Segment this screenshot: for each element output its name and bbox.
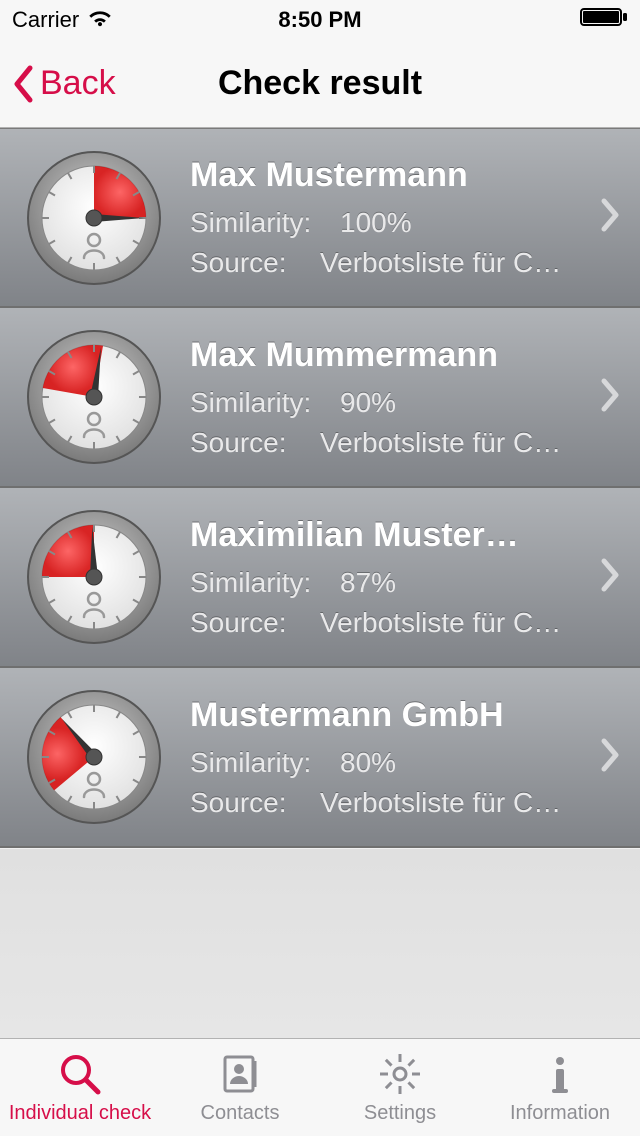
- carrier-label: Carrier: [12, 7, 79, 33]
- back-button[interactable]: Back: [0, 64, 116, 103]
- similarity-label: Similarity:: [190, 207, 340, 239]
- source-value: Verbotsliste für C…: [320, 787, 561, 819]
- source-value: Verbotsliste für C…: [320, 247, 561, 279]
- result-row[interactable]: Max Mummermann Similarity: 90% Source: V…: [0, 308, 640, 488]
- similarity-value: 100%: [340, 207, 412, 239]
- tab-label: Contacts: [201, 1102, 280, 1125]
- status-bar: Carrier 8:50 PM: [0, 0, 640, 40]
- result-text: Max Mummermann Similarity: 90% Source: V…: [190, 336, 590, 459]
- list-filler: [0, 848, 640, 1038]
- source-label: Source:: [190, 247, 320, 279]
- chevron-right-icon: [600, 198, 620, 237]
- gauge-icon: [24, 687, 164, 827]
- status-time: 8:50 PM: [217, 7, 422, 33]
- similarity-label: Similarity:: [190, 567, 340, 599]
- tab-settings[interactable]: Settings: [320, 1039, 480, 1136]
- gauge-icon: [24, 148, 164, 288]
- tab-individual-check[interactable]: Individual check: [0, 1039, 160, 1136]
- result-name: Maximilian Muster…: [190, 516, 590, 555]
- result-name: Max Mustermann: [190, 156, 590, 195]
- result-text: Mustermann GmbH Similarity: 80% Source: …: [190, 696, 590, 819]
- result-list: Max Mustermann Similarity: 100% Source: …: [0, 128, 640, 848]
- result-row[interactable]: Maximilian Muster… Similarity: 87% Sourc…: [0, 488, 640, 668]
- source-value: Verbotsliste für C…: [320, 607, 561, 639]
- source-label: Source:: [190, 427, 320, 459]
- chevron-left-icon: [12, 65, 34, 103]
- result-name: Max Mummermann: [190, 336, 590, 375]
- tab-label: Individual check: [9, 1102, 151, 1125]
- result-name: Mustermann GmbH: [190, 696, 590, 735]
- chevron-right-icon: [600, 378, 620, 417]
- chevron-right-icon: [600, 738, 620, 777]
- wifi-icon: [87, 7, 113, 33]
- source-value: Verbotsliste für C…: [320, 427, 561, 459]
- similarity-value: 90%: [340, 387, 396, 419]
- content: Max Mustermann Similarity: 100% Source: …: [0, 128, 640, 1038]
- gauge-icon: [24, 507, 164, 647]
- nav-bar: Back Check result: [0, 40, 640, 128]
- tab-information[interactable]: Information: [480, 1039, 640, 1136]
- chevron-right-icon: [600, 558, 620, 597]
- similarity-label: Similarity:: [190, 747, 340, 779]
- similarity-label: Similarity:: [190, 387, 340, 419]
- tab-bar: Individual check Contacts Settings Infor…: [0, 1038, 640, 1136]
- back-label: Back: [40, 64, 116, 103]
- tab-contacts[interactable]: Contacts: [160, 1039, 320, 1136]
- result-row[interactable]: Max Mustermann Similarity: 100% Source: …: [0, 128, 640, 308]
- tab-label: Settings: [364, 1102, 436, 1125]
- settings-icon: [377, 1050, 423, 1098]
- result-row[interactable]: Mustermann GmbH Similarity: 80% Source: …: [0, 668, 640, 848]
- result-text: Maximilian Muster… Similarity: 87% Sourc…: [190, 516, 590, 639]
- contacts-icon: [217, 1050, 263, 1098]
- information-icon: [537, 1050, 583, 1098]
- similarity-value: 80%: [340, 747, 396, 779]
- source-label: Source:: [190, 787, 320, 819]
- gauge-icon: [24, 327, 164, 467]
- battery-icon: [580, 7, 628, 33]
- source-label: Source:: [190, 607, 320, 639]
- similarity-value: 87%: [340, 567, 396, 599]
- result-text: Max Mustermann Similarity: 100% Source: …: [190, 156, 590, 279]
- tab-label: Information: [510, 1102, 610, 1125]
- individual-check-icon: [57, 1050, 103, 1098]
